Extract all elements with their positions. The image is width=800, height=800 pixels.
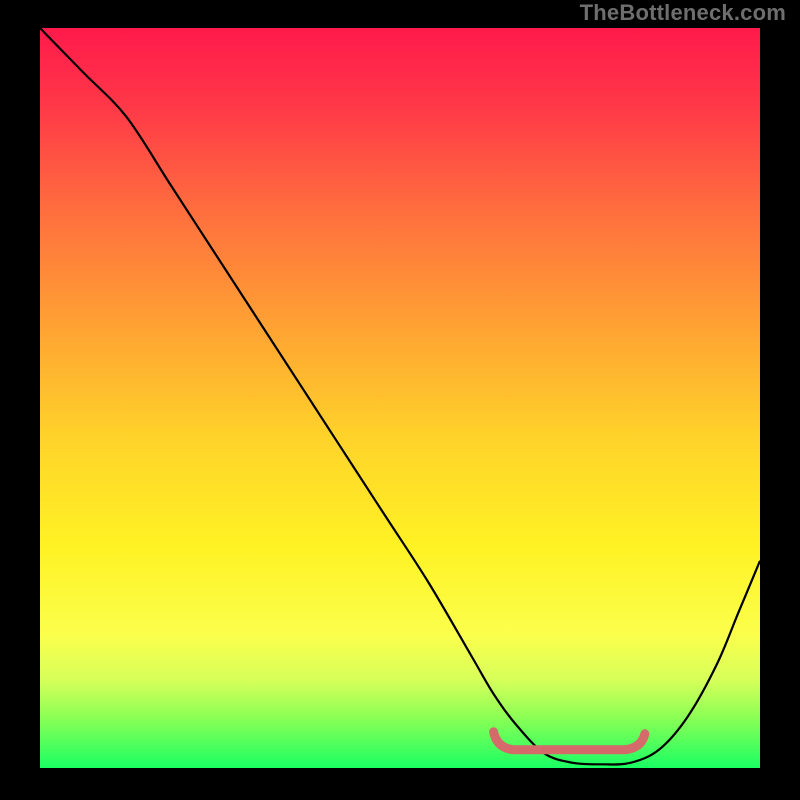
watermark: TheBottleneck.com (580, 0, 786, 26)
bottleneck-plot (40, 28, 760, 768)
chart-container: TheBottleneck.com (0, 0, 800, 800)
gradient-bg (40, 28, 760, 768)
